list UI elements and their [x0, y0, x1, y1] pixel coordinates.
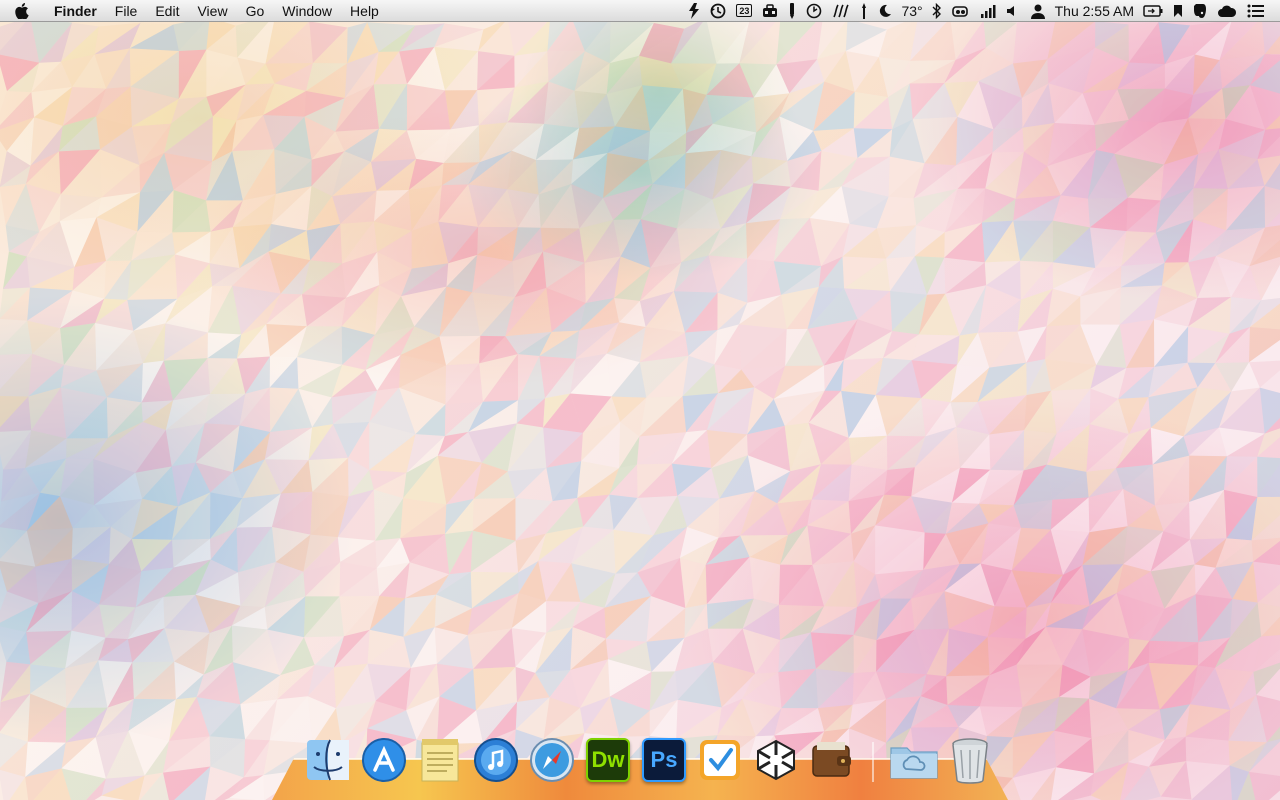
dock-unity[interactable] — [750, 734, 802, 786]
dock-app-store[interactable] — [358, 734, 410, 786]
trash-icon — [952, 738, 988, 784]
dock-wallet[interactable] — [806, 734, 858, 786]
menu-help[interactable]: Help — [341, 0, 388, 22]
toolbox-icon[interactable] — [762, 0, 778, 22]
creative-cloud-folder-icon — [890, 747, 938, 779]
dock-safari[interactable] — [526, 734, 578, 786]
dock-finder[interactable] — [302, 734, 354, 786]
clock-icon[interactable] — [806, 0, 822, 22]
weather-temperature[interactable]: 73° — [901, 0, 922, 22]
moon-icon[interactable] — [878, 0, 892, 22]
wallpaper — [0, 22, 1280, 800]
menu-edit[interactable]: Edit — [146, 0, 188, 22]
stickies-icon — [421, 739, 459, 782]
pencil-icon[interactable] — [788, 0, 796, 22]
menu-window[interactable]: Window — [273, 0, 341, 22]
unity-icon — [757, 739, 795, 781]
menu-file[interactable]: File — [106, 0, 147, 22]
user-icon[interactable] — [1030, 0, 1046, 22]
bluetooth-icon[interactable] — [932, 0, 942, 22]
menu-view[interactable]: View — [188, 0, 236, 22]
cloud-icon[interactable] — [1217, 0, 1237, 22]
dock-separator — [872, 742, 874, 782]
calendar-date: 23 — [736, 4, 753, 17]
menu-bar: Finder File Edit View Go Window Help 23 — [0, 0, 1280, 22]
checkmark-app-icon — [700, 740, 740, 780]
glasses-icon[interactable] — [951, 0, 970, 22]
apple-menu-icon[interactable] — [0, 0, 44, 22]
itunes-icon — [474, 738, 518, 782]
app-store-icon — [362, 738, 406, 782]
volume-icon[interactable] — [1006, 0, 1020, 22]
battery-icon[interactable] — [1143, 0, 1163, 22]
brush-icon[interactable] — [860, 0, 868, 22]
evernote-elephant-icon[interactable] — [688, 0, 700, 22]
dock-dreamweaver[interactable]: Dw — [582, 734, 634, 786]
dreamweaver-icon: Dw — [586, 738, 630, 782]
dock: Dw Ps — [300, 732, 998, 786]
time-machine-icon[interactable] — [710, 0, 726, 22]
signal-bars-icon[interactable] — [980, 0, 996, 22]
menubar-clock[interactable]: Thu 2:55 AM — [1055, 0, 1134, 22]
dock-itunes[interactable] — [470, 734, 522, 786]
dock-tasks[interactable] — [694, 734, 746, 786]
scroll-icon[interactable] — [832, 0, 850, 22]
evernote-icon[interactable] — [1193, 0, 1207, 22]
menu-app-finder[interactable]: Finder — [44, 0, 106, 22]
calendar-icon[interactable]: 23 — [736, 0, 753, 22]
wallet-icon — [812, 742, 851, 777]
dock-creative-cloud-folder[interactable] — [888, 734, 940, 786]
photoshop-icon: Ps — [642, 738, 686, 782]
dock-photoshop[interactable]: Ps — [638, 734, 690, 786]
finder-icon — [307, 739, 349, 781]
dock-trash[interactable] — [944, 734, 996, 786]
menu-go[interactable]: Go — [237, 0, 274, 22]
bookmark-icon[interactable] — [1173, 0, 1183, 22]
list-menu-icon[interactable] — [1247, 0, 1265, 22]
dock-stickies[interactable] — [414, 734, 466, 786]
safari-icon — [530, 738, 574, 782]
